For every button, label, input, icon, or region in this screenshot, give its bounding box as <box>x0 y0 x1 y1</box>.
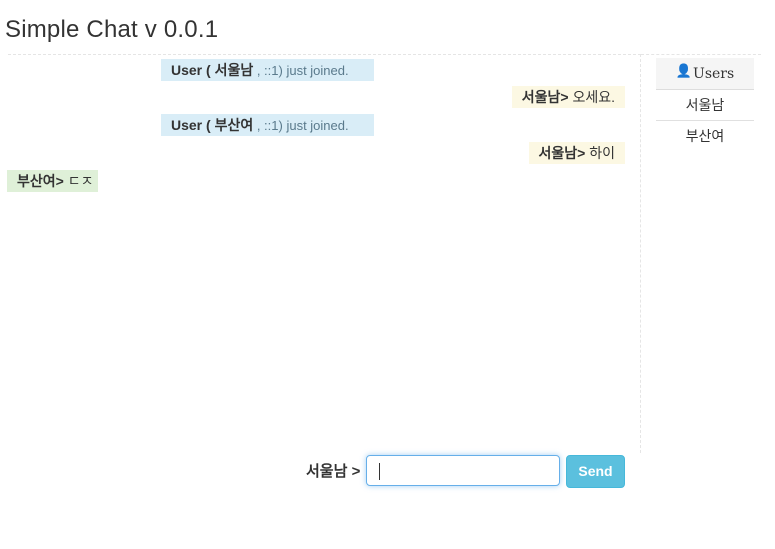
chat-message-text: ㄷㅈ <box>63 173 94 189</box>
chat-message-sender: 서울남> <box>521 89 569 105</box>
system-message-suffix: , ::1) just joined. <box>253 63 349 78</box>
user-list-item[interactable]: 부산여 <box>656 121 754 151</box>
system-message: User ( 서울남 , ::1) just joined. <box>161 59 374 81</box>
system-message-prefix: User ( <box>171 117 215 133</box>
users-panel: 👤 Users 서울남 부산여 <box>641 54 761 453</box>
users-header-label: Users <box>693 65 735 82</box>
system-message-suffix: , ::1) just joined. <box>253 118 349 133</box>
message-input[interactable] <box>366 455 560 486</box>
chat-message-text: 오세요. <box>568 89 615 105</box>
chat-message-sender: 서울남> <box>538 145 586 161</box>
chat-message-sender: 부산여> <box>17 173 64 189</box>
app-title: Simple Chat v 0.0.1 <box>5 16 219 43</box>
user-list-item[interactable]: 서울남 <box>656 90 754 121</box>
user-icon: 👤 <box>675 64 693 79</box>
chat-messages-panel: User ( 서울남 , ::1) just joined. 서울남> 오세요.… <box>7 54 641 453</box>
composer-username-label: 서울남 > <box>306 463 361 480</box>
chat-message-other: 부산여> ㄷㅈ <box>7 170 98 192</box>
chat-message-text: 하이 <box>585 145 615 161</box>
system-message: User ( 부산여 , ::1) just joined. <box>161 114 374 136</box>
system-message-user: 서울남 <box>214 62 254 78</box>
send-button[interactable]: Send <box>566 455 625 488</box>
text-cursor <box>379 463 380 480</box>
system-message-prefix: User ( <box>171 62 215 78</box>
chat-message-mine: 서울남> 오세요. <box>511 86 625 108</box>
system-message-user: 부산여 <box>214 117 254 133</box>
users-header: 👤 Users <box>656 58 754 90</box>
chat-message-mine: 서울남> 하이 <box>528 142 625 164</box>
